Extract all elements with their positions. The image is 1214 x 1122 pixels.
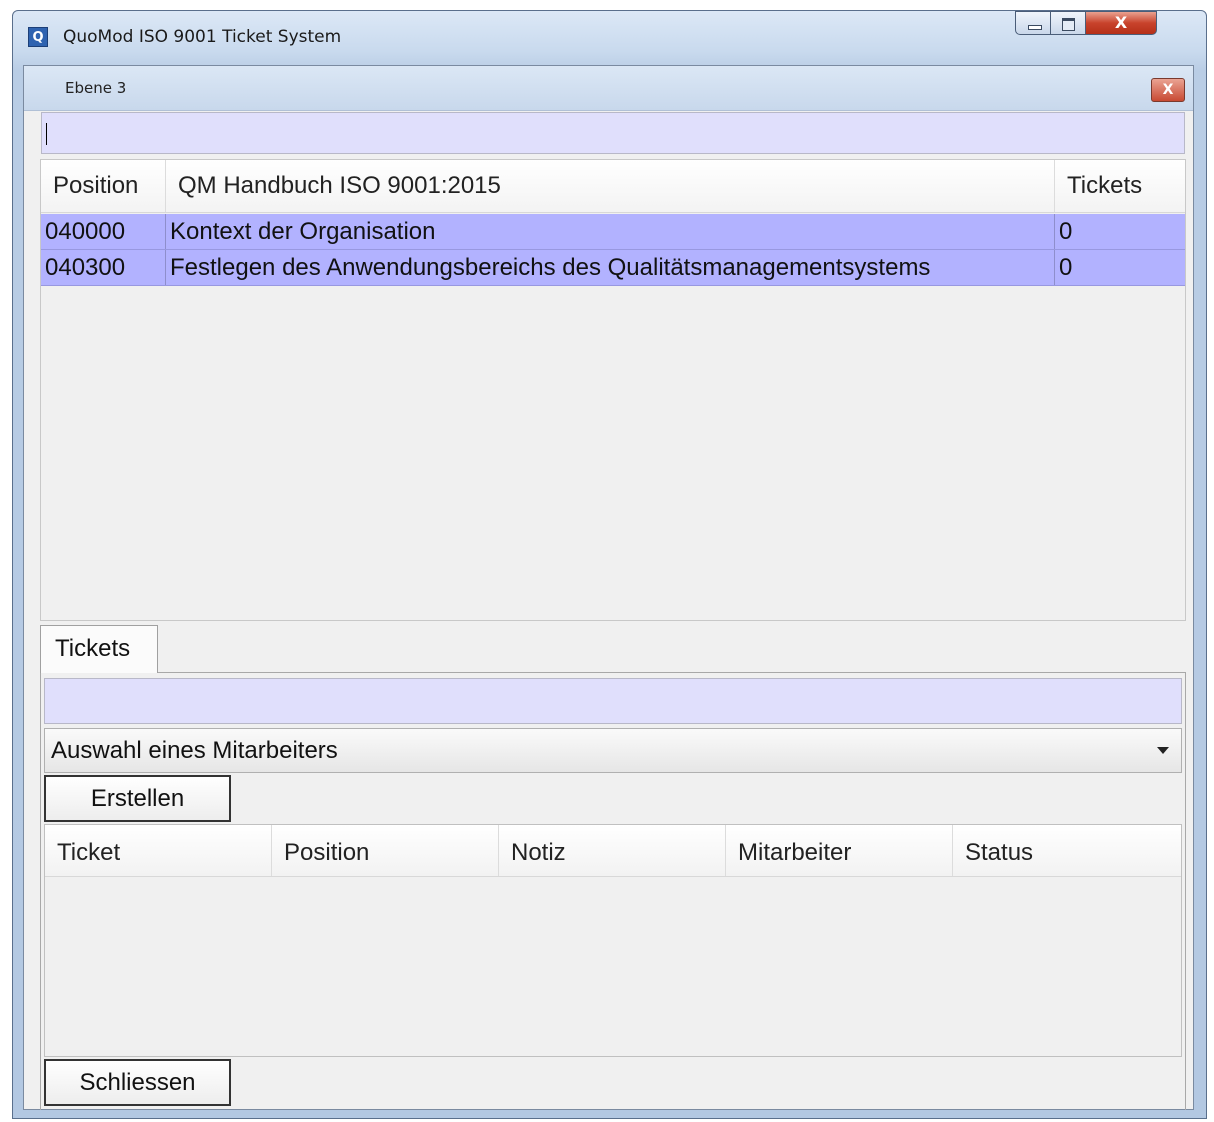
minimize-icon <box>1028 25 1042 30</box>
window-title: QuoMod ISO 9001 Ticket System <box>63 27 342 47</box>
cell-tickets: 0 <box>1059 254 1073 281</box>
qm-handbook-table: Position QM Handbuch ISO 9001:2015 Ticke… <box>40 159 1186 621</box>
column-header-handbook[interactable]: QM Handbuch ISO 9001:2015 <box>166 160 1055 212</box>
employee-select-value: Auswahl eines Mitarbeiters <box>51 737 338 764</box>
app-window: Q QuoMod ISO 9001 Ticket System X Ebene … <box>12 10 1207 1119</box>
internal-frame-close-button[interactable]: X <box>1151 78 1185 102</box>
table-row[interactable]: 040300 Festlegen des Anwendungsbereichs … <box>41 250 1185 286</box>
table-header: Position QM Handbuch ISO 9001:2015 Ticke… <box>41 160 1185 213</box>
window-titlebar[interactable]: Q QuoMod ISO 9001 Ticket System X <box>13 11 1206 65</box>
column-header-tickets[interactable]: Tickets <box>1055 160 1185 212</box>
cell-title: Kontext der Organisation <box>166 214 1055 249</box>
tab-tickets[interactable]: Tickets <box>40 625 158 673</box>
close-icon: X <box>1114 13 1128 32</box>
internal-frame-header[interactable]: Ebene 3 X <box>24 66 1193 111</box>
column-header-position[interactable]: Position <box>272 825 499 876</box>
maximize-icon <box>1062 18 1075 31</box>
column-header-employee[interactable]: Mitarbeiter <box>726 825 953 876</box>
column-header-note[interactable]: Notiz <box>499 825 726 876</box>
cell-title: Festlegen des Anwendungsbereichs des Qua… <box>166 250 1055 285</box>
text-cursor <box>46 123 47 145</box>
ticket-table: Ticket Position Notiz Mitarbeiter Status <box>44 824 1182 1057</box>
cell-tickets: 0 <box>1059 218 1073 245</box>
minimize-button[interactable] <box>1015 11 1051 35</box>
ticket-table-header: Ticket Position Notiz Mitarbeiter Status <box>45 825 1181 877</box>
column-header-ticket[interactable]: Ticket <box>45 825 272 876</box>
dropdown-arrow-icon[interactable] <box>1157 747 1169 754</box>
internal-frame-title: Ebene 3 <box>65 79 127 97</box>
internal-frame: Ebene 3 X Position QM Handbuch ISO 9001:… <box>23 65 1194 1110</box>
employee-select[interactable]: Auswahl eines Mitarbeiters <box>44 728 1182 773</box>
column-header-status[interactable]: Status <box>953 825 1181 876</box>
close-dialog-button[interactable]: Schliessen <box>44 1059 231 1106</box>
cell-position: 040000 <box>41 214 166 249</box>
maximize-button[interactable] <box>1050 11 1086 35</box>
window-close-button[interactable]: X <box>1085 11 1157 35</box>
table-row[interactable]: 040000 Kontext der Organisation 0 <box>41 214 1185 250</box>
create-button[interactable]: Erstellen <box>44 775 231 822</box>
cell-position: 040300 <box>41 250 166 285</box>
filter-input[interactable] <box>41 112 1185 154</box>
ticket-note-input[interactable] <box>44 678 1182 724</box>
column-header-position[interactable]: Position <box>41 160 166 212</box>
app-logo-icon: Q <box>28 27 48 47</box>
